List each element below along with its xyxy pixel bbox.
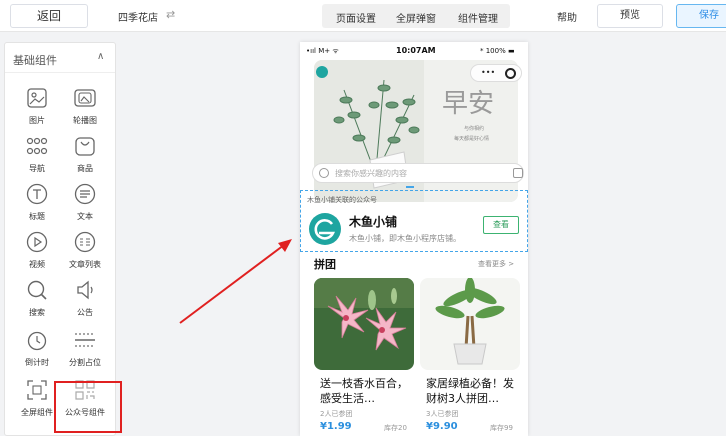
component-search[interactable]: 搜索 [13,279,61,323]
close-circle-icon[interactable] [505,68,516,79]
nav-grid-icon [26,137,48,155]
battery-indicator: * 100% ▬ [480,47,515,55]
official-account-desc: 木鱼小铺，即木鱼小程序店铺。 [349,234,461,243]
panel-header[interactable]: 基础组件 ∧ [5,43,115,73]
text-icon [74,183,96,205]
component-label: 商品 [77,164,93,173]
component-label: 标题 [29,212,45,221]
view-button[interactable]: 查看 [483,216,519,234]
tab-fullscreen-popup[interactable]: 全屏弹窗 [396,10,436,25]
save-button[interactable]: 保存 [676,4,726,28]
svg-text:与你相约: 与你相约 [464,125,484,132]
image-icon [27,88,47,108]
official-account-logo [309,213,341,245]
component-label: 轮播图 [73,116,97,125]
component-carousel[interactable]: 轮播图 [61,87,109,131]
swap-icon[interactable]: ⇄ [166,8,175,21]
component-divider[interactable]: 分割占位 [61,329,109,373]
product-stock: 库存20 [384,424,407,432]
product-card[interactable]: 送一枝香水百合，感受生活… 2人已参团 ¥1.99 库存20 [314,278,414,436]
joined-count: 2人已参团 [320,410,353,418]
fullscreen-icon [27,380,47,400]
countdown-icon [27,331,47,351]
component-image[interactable]: 图片 [13,87,61,131]
official-account-tag: 木鱼小铺关联的公众号 [307,196,377,204]
component-announcement[interactable]: 公告 [61,279,109,323]
component-label: 图片 [29,116,45,125]
search-icon [27,280,47,300]
product-price: ¥1.99 [320,421,352,432]
component-label: 文章列表 [69,260,101,269]
product-title: 家居绿植必备！发财树3人拼团… [426,377,514,405]
component-panel: 基础组件 ∧ 图片 轮播图 导航 商品 标题 文本 视频 文章列表 搜索 公告 [4,42,116,436]
back-button[interactable]: 返回 [10,4,88,28]
product-card[interactable]: 家居绿植必备！发财树3人拼团… 3人已参团 ¥9.90 库存99 [420,278,520,436]
see-more-link[interactable]: 查看更多 > [478,259,514,269]
component-text[interactable]: 文本 [61,183,109,227]
component-label: 文本 [77,212,93,221]
announcement-icon [77,280,93,300]
title-icon [26,183,48,205]
scan-icon[interactable] [513,168,523,178]
settings-menu: 页面设置 全屏弹窗 组件管理 [322,4,510,28]
signal-indicator: •ııl M+ ᯤ [306,47,339,55]
svg-text:每天都是好心情: 每天都是好心情 [454,135,489,142]
section-title: 拼团 [314,258,336,271]
component-countdown[interactable]: 倒计时 [13,329,61,373]
search-placeholder: 搜索你感兴趣的内容 [335,169,407,178]
product-image [314,278,414,370]
product-stock: 库存99 [490,424,513,432]
component-goods[interactable]: 商品 [61,135,109,179]
product-title: 送一枝香水百合，感受生活… [320,377,408,405]
preview-button[interactable]: 预览 [597,4,663,28]
component-label: 搜索 [29,308,45,317]
banner-logo-text: 早安 [442,89,494,119]
bag-icon [75,137,95,156]
component-label: 视频 [29,260,45,269]
joined-count: 3人已参团 [426,410,459,418]
panel-title: 基础组件 [13,54,57,67]
video-icon [26,231,48,253]
component-video[interactable]: 视频 [13,231,61,275]
status-bar: •ııl M+ ᯤ 10:07AM * 100% ▬ [300,42,528,60]
component-label: 公告 [77,308,93,317]
carousel-icon [74,89,96,107]
more-dots-icon[interactable]: ••• [481,68,495,77]
article-list-icon [74,231,96,253]
tab-page-settings[interactable]: 页面设置 [336,10,376,25]
highlight-box [54,381,122,433]
search-icon [319,168,329,178]
divider-icon [75,333,95,347]
store-name[interactable]: 四季花店 [118,9,158,24]
chevron-up-icon[interactable]: ∧ [97,51,104,62]
status-time: 10:07AM [396,46,436,55]
component-nav[interactable]: 导航 [13,135,61,179]
top-toolbar: 返回 四季花店 ⇄ 页面设置 全屏弹窗 组件管理 帮助 预览 保存 [0,0,726,32]
tab-component-management[interactable]: 组件管理 [458,10,498,25]
component-label: 分割占位 [69,358,101,367]
official-account-card[interactable]: 木鱼小铺关联的公众号 木鱼小铺 木鱼小铺，即木鱼小程序店铺。 查看 [300,190,528,252]
mini-program-capsule[interactable]: ••• [470,64,522,82]
phone-preview: •ııl M+ ᯤ 10:07AM * 100% ▬ 早安 与你相约 每天都是好… [300,42,528,436]
product-image [420,278,520,370]
component-title[interactable]: 标题 [13,183,61,227]
component-label: 导航 [29,164,45,173]
search-bar[interactable]: 搜索你感兴趣的内容 [312,163,524,183]
component-label: 倒计时 [25,358,49,367]
product-price: ¥9.90 [426,421,458,432]
official-account-name: 木鱼小铺 [349,215,398,229]
help-link[interactable]: 帮助 [557,9,577,24]
component-article-list[interactable]: 文章列表 [61,231,109,275]
